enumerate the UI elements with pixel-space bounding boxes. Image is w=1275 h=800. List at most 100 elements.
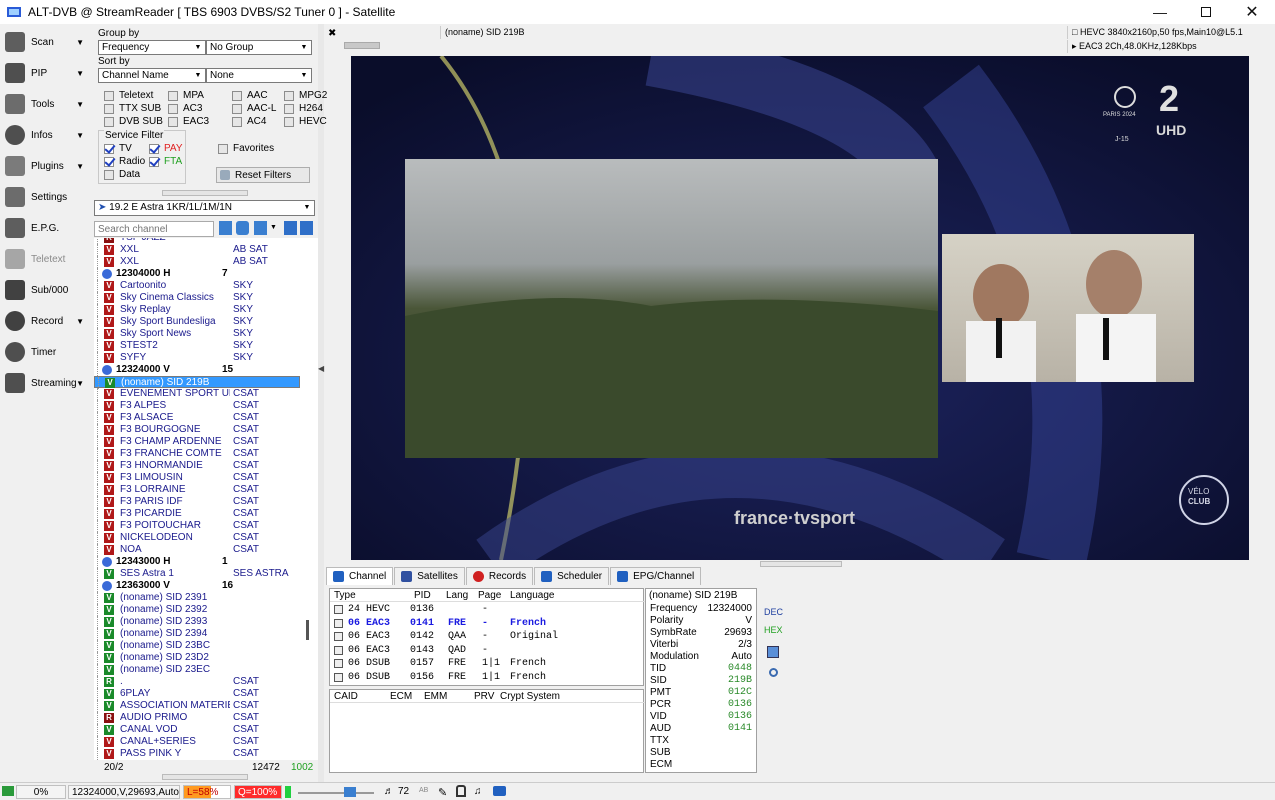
list-view-icon[interactable] — [219, 221, 232, 235]
channel-row[interactable]: V CANAL VOD CSAT — [94, 724, 300, 736]
list-collapse-handle[interactable] — [162, 774, 248, 780]
tv-checkbox[interactable]: TV — [104, 143, 132, 154]
channel-row[interactable]: V F3 LIMOUSIN CSAT — [94, 472, 300, 484]
minimize-button[interactable]: — — [1137, 0, 1183, 24]
filter-ac3-checkbox[interactable]: AC3 — [168, 103, 202, 114]
channel-row[interactable]: V Sky Cinema Classics SKY — [94, 292, 300, 304]
sidebar-item-timer[interactable]: Timer — [2, 338, 90, 366]
sidebar-item-teletext[interactable]: Teletext — [2, 245, 90, 273]
channel-row[interactable]: V F3 BOURGOGNE CSAT — [94, 424, 300, 436]
sort-by-select-2[interactable]: None ▼ — [206, 68, 312, 83]
sidebar-item-sub-000[interactable]: Sub/000 — [2, 276, 90, 304]
pay-checkbox[interactable]: PAY — [149, 143, 183, 154]
channel-row[interactable]: V F3 PICARDIE CSAT — [94, 508, 300, 520]
transponder-row[interactable]: 12363000 V 16 — [94, 580, 300, 592]
tab-channel[interactable]: Channel — [326, 567, 394, 585]
tab-records[interactable]: Records — [465, 567, 534, 585]
video-display[interactable]: PARIS 2024 J-15 2 UHD VÉLO CLUB france·t… — [351, 56, 1249, 560]
channel-row[interactable]: V (noname) SID 2393 — [94, 616, 300, 628]
stream-row[interactable]: 06 EAC3 0143 QAD - — [330, 644, 645, 657]
speaker-icon[interactable]: ♬ — [384, 786, 394, 797]
sidebar-item-streaming[interactable]: Streaming ▼ — [2, 369, 90, 397]
close-video-icon[interactable]: ✖ — [328, 28, 336, 39]
filter-eac3-checkbox[interactable]: EAC3 — [168, 116, 209, 127]
sidebar-item-pip[interactable]: PIP ▼ — [2, 59, 90, 87]
sidebar-item-infos[interactable]: Infos ▼ — [2, 121, 90, 149]
filter-hevc-checkbox[interactable]: HEVC — [284, 116, 327, 127]
filter-aac-checkbox[interactable]: AAC — [232, 90, 268, 101]
edit-icon[interactable] — [764, 646, 782, 662]
channel-row[interactable]: V EVENEMENT SPORT UH...CSAT — [94, 388, 300, 400]
camera-icon[interactable] — [493, 786, 506, 796]
filter-mpa-checkbox[interactable]: MPA — [168, 90, 204, 101]
search-channel-input[interactable] — [94, 221, 214, 237]
video-collapse-handle[interactable] — [760, 561, 842, 567]
channel-row[interactable]: V F3 POITOUCHAR CSAT — [94, 520, 300, 532]
reset-filters-button[interactable]: Reset Filters — [216, 167, 310, 183]
satellite-select[interactable]: ➤ 19.2 E Astra 1KR/1L/1M/1N ▼ — [94, 200, 315, 216]
channel-row[interactable]: V CANAL+SERIES CSAT — [94, 736, 300, 748]
channel-row[interactable]: V SYFY SKY — [94, 352, 300, 364]
search-icon[interactable] — [764, 666, 782, 682]
stream-row[interactable]: 24 HEVC 0136 - — [330, 603, 645, 616]
sidebar-item-record[interactable]: Record ▼ — [2, 307, 90, 335]
stream-row[interactable]: 06 EAC3 0141 FRE - French — [330, 617, 645, 630]
favorites-checkbox[interactable]: Favorites — [218, 143, 274, 154]
channel-row[interactable]: V Sky Sport Bundesliga SKY — [94, 316, 300, 328]
channel-row[interactable]: R. CSAT — [94, 676, 300, 688]
channel-row[interactable]: V Cartoonito SKY — [94, 280, 300, 292]
channel-row[interactable]: V 6PLAY CSAT — [94, 688, 300, 700]
chevron-down-icon[interactable]: ▼ — [76, 100, 84, 109]
sidebar-item-plugins[interactable]: Plugins ▼ — [2, 152, 90, 180]
refresh-icon[interactable] — [236, 221, 249, 235]
channel-row[interactable]: V (noname) SID 23BC — [94, 640, 300, 652]
transponder-row[interactable]: 12343000 H 1 — [94, 556, 300, 568]
left-splitter[interactable]: ◀ — [318, 24, 324, 784]
transponder-row[interactable]: 12324000 V 15 — [94, 364, 300, 376]
sidebar-item-settings[interactable]: Settings — [2, 183, 90, 211]
channel-row[interactable]: R AUDIO PRIMO CSAT — [94, 712, 300, 724]
filter-dvb-sub-checkbox[interactable]: DVB SUB — [104, 116, 163, 127]
group-by-select[interactable]: Frequency ▼ — [98, 40, 206, 55]
channel-row[interactable]: V F3 ALSACE CSAT — [94, 412, 300, 424]
filter-aac-l-checkbox[interactable]: AAC-L — [232, 103, 276, 114]
filter-ac4-checkbox[interactable]: AC4 — [232, 116, 266, 127]
sort-by-select[interactable]: Channel Name ▼ — [98, 68, 206, 83]
stream-row[interactable]: 06 DSUB 0156 FRE 1|1 French — [330, 671, 645, 684]
channel-row[interactable]: V SES Astra 1 SES ASTRA — [94, 568, 300, 580]
lock-icon[interactable] — [456, 785, 466, 797]
chevron-down-icon[interactable]: ▼ — [270, 224, 277, 231]
close-button[interactable]: ✕ — [1229, 0, 1275, 24]
channel-row[interactable]: V XXL AB SAT — [94, 244, 300, 256]
channel-row[interactable]: V NOA CSAT — [94, 544, 300, 556]
chevron-down-icon[interactable]: ▼ — [76, 69, 84, 78]
dec-button[interactable]: DEC — [764, 604, 783, 620]
channel-row[interactable]: V ASSOCIATION MATERIEL CSAT — [94, 700, 300, 712]
data-checkbox[interactable]: Data — [104, 169, 140, 180]
channel-row[interactable]: V F3 ALPES CSAT — [94, 400, 300, 412]
channel-row[interactable]: V PASS PINK Y CSAT — [94, 748, 300, 760]
channel-row[interactable]: V (noname) SID 2394 — [94, 628, 300, 640]
sidebar-item-e-p-g-[interactable]: E.P.G. — [2, 214, 90, 242]
filter-teletext-checkbox[interactable]: Teletext — [104, 90, 153, 101]
chevron-down-icon[interactable]: ▼ — [76, 379, 84, 388]
volume-slider[interactable] — [298, 792, 374, 794]
channel-row[interactable]: V (noname) SID 219B — [94, 376, 300, 389]
filter-mpg2-checkbox[interactable]: MPG2 — [284, 90, 327, 101]
tab-scheduler[interactable]: Scheduler — [534, 567, 610, 585]
audio-track-icon[interactable]: ♫ — [474, 786, 482, 797]
channel-row[interactable]: V F3 PARIS IDF CSAT — [94, 496, 300, 508]
fta-checkbox[interactable]: FTA — [149, 156, 182, 167]
hex-button[interactable]: HEX — [764, 622, 783, 638]
channel-row[interactable]: V NICKELODEON CSAT — [94, 532, 300, 544]
sidebar-item-tools[interactable]: Tools ▼ — [2, 90, 90, 118]
channel-row[interactable]: V (noname) SID 23D2 — [94, 652, 300, 664]
volume-slider-thumb[interactable] — [344, 787, 356, 797]
channel-row[interactable]: V STEST2 SKY — [94, 340, 300, 352]
collapse-arrow-icon[interactable]: ◀ — [318, 364, 324, 373]
signal-slider[interactable] — [344, 42, 380, 49]
channel-row[interactable]: V (noname) SID 2391 — [94, 592, 300, 604]
channel-row[interactable]: V Sky Replay SKY — [94, 304, 300, 316]
edit-list-icon[interactable]: ✎ — [438, 786, 447, 799]
channel-row[interactable]: V (noname) SID 2392 — [94, 604, 300, 616]
